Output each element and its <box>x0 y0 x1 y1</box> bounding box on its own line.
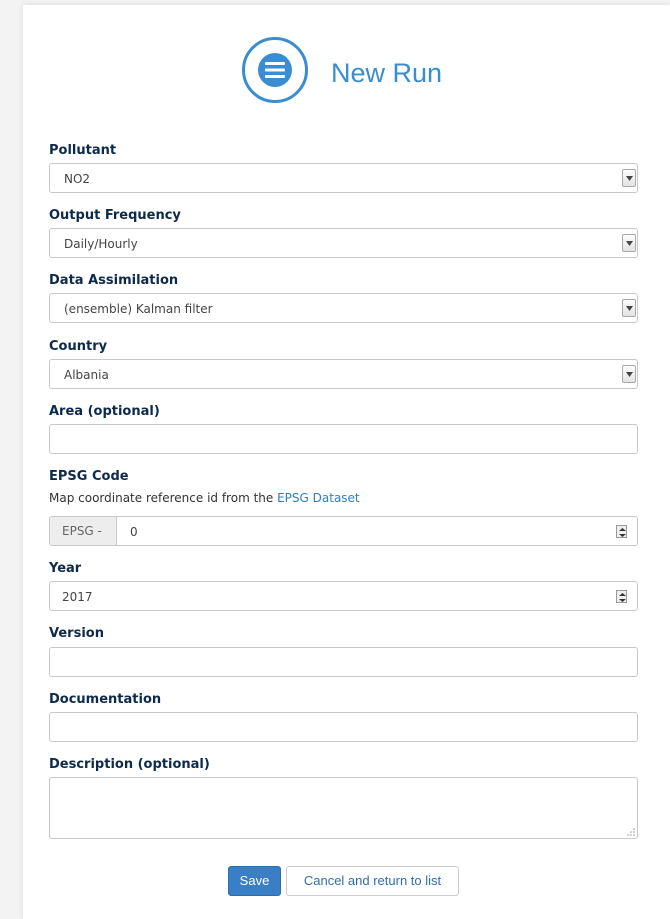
pollutant-select[interactable]: NO2 <box>49 163 638 193</box>
country-label: Country <box>49 339 108 354</box>
epsg-addon: EPSG - <box>50 517 117 545</box>
epsg-dataset-link[interactable]: EPSG Dataset <box>277 491 360 505</box>
description-label: Description (optional) <box>49 757 210 772</box>
epsg-input-group[interactable]: EPSG - 0 <box>49 516 638 546</box>
data-assimilation-select[interactable]: (ensemble) Kalman filter <box>49 293 638 323</box>
version-label: Version <box>49 626 104 641</box>
chevron-down-icon[interactable] <box>622 365 636 383</box>
output-frequency-label: Output Frequency <box>49 208 181 223</box>
spinner-icon[interactable] <box>616 590 627 603</box>
chevron-down-icon[interactable] <box>622 169 636 187</box>
page-title: New Run <box>331 58 443 88</box>
pollutant-value: NO2 <box>64 172 91 186</box>
epsg-help-prefix: Map coordinate reference id from the <box>49 491 278 505</box>
area-label: Area (optional) <box>49 404 160 419</box>
documentation-label: Documentation <box>49 692 162 707</box>
output-frequency-value: Daily/Hourly <box>64 237 138 251</box>
resize-grip-icon[interactable] <box>627 828 635 836</box>
cancel-button[interactable]: Cancel and return to list <box>286 866 459 896</box>
version-input[interactable] <box>49 647 638 677</box>
epsg-value: 0 <box>130 525 138 539</box>
chevron-down-icon[interactable] <box>622 299 636 317</box>
pollutant-label: Pollutant <box>49 143 117 158</box>
year-label: Year <box>49 561 82 576</box>
list-icon <box>242 37 308 103</box>
output-frequency-select[interactable]: Daily/Hourly <box>49 228 638 258</box>
country-select[interactable]: Albania <box>49 359 638 389</box>
form-card: New Run Pollutant NO2 Output Frequency D… <box>23 5 670 919</box>
documentation-input[interactable] <box>49 712 638 742</box>
epsg-label: EPSG Code <box>49 469 129 484</box>
data-assimilation-value: (ensemble) Kalman filter <box>64 302 213 316</box>
year-value: 2017 <box>62 590 93 604</box>
epsg-addon-text: EPSG - <box>62 524 102 538</box>
description-textarea[interactable] <box>49 777 638 839</box>
chevron-down-icon[interactable] <box>622 234 636 252</box>
data-assimilation-label: Data Assimilation <box>49 273 179 288</box>
page-header: New Run <box>23 5 670 145</box>
spinner-icon[interactable] <box>616 525 627 538</box>
area-input[interactable] <box>49 424 638 454</box>
year-input[interactable]: 2017 <box>49 581 638 611</box>
country-value: Albania <box>64 368 109 382</box>
save-button[interactable]: Save <box>228 866 281 896</box>
epsg-help-text: Map coordinate reference id from the EPS… <box>49 491 360 505</box>
